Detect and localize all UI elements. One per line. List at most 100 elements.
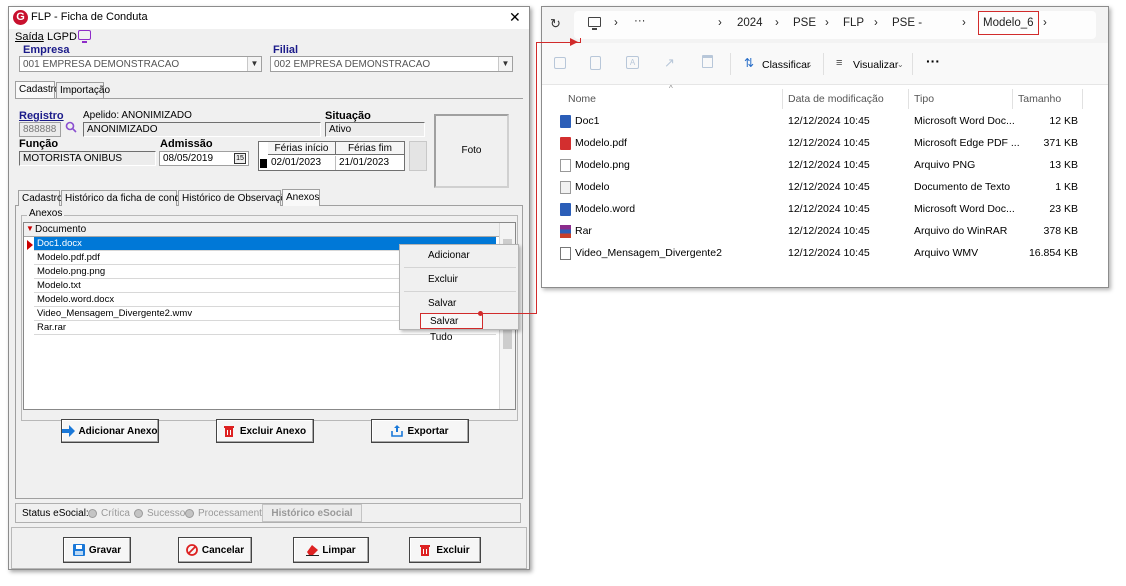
chevron-down-icon[interactable]: ▼ [247, 57, 261, 71]
trash-icon[interactable] [702, 55, 713, 68]
menu-saida[interactable]: Saída [15, 31, 44, 43]
divider [1082, 89, 1083, 109]
admissao-label: Admissão [160, 138, 213, 150]
admissao-field[interactable]: 08/05/2019 15 [159, 151, 249, 166]
menu-item-excluir[interactable]: Excluir [404, 272, 516, 288]
menu-item-salvar[interactable]: Salvar [404, 296, 516, 312]
file-type: Microsoft Word Doc... [914, 115, 1015, 127]
clear-button[interactable]: Limpar [293, 537, 369, 563]
radio-processamento[interactable] [185, 509, 194, 518]
eraser-icon [306, 544, 320, 556]
divider [1012, 89, 1013, 109]
file-row[interactable]: Modelo.pdf 12/12/2024 10:45 Microsoft Ed… [542, 133, 1108, 155]
radio-critica[interactable] [88, 509, 97, 518]
menu-item-salvar-tudo[interactable]: Salvar Tudo [420, 313, 483, 343]
breadcrumb-item[interactable]: PSE - [892, 17, 922, 29]
monitor-icon[interactable] [78, 30, 91, 43]
share-icon[interactable]: ↗ [664, 55, 675, 71]
situacao-field: Ativo [325, 122, 425, 137]
column-name[interactable]: Nome [568, 93, 596, 105]
refresh-icon[interactable]: ↻ [550, 16, 561, 32]
file-row[interactable]: Modelo 12/12/2024 10:45 Documento de Tex… [542, 177, 1108, 199]
divider [404, 291, 516, 292]
tab-importacao[interactable]: Importação [56, 82, 110, 98]
calendar-icon[interactable]: 15 [234, 153, 246, 164]
more-breadcrumbs[interactable]: ··· [634, 15, 646, 27]
chevron-down-icon[interactable]: ▼ [498, 57, 512, 71]
filial-select[interactable]: 002 EMPRESA DEMONSTRACAO ▼ [270, 56, 513, 72]
column-date[interactable]: Data de modificação [788, 93, 884, 105]
photo-box[interactable]: Foto [434, 114, 509, 188]
empresa-label: Empresa [23, 44, 70, 56]
delete-button[interactable]: Excluir [409, 537, 481, 563]
historico-esocial-button[interactable]: Histórico eSocial [262, 504, 362, 522]
tab-cadastro[interactable]: Cadastro [15, 81, 60, 98]
file-name: Modelo.png [575, 159, 630, 171]
clear-label: Limpar [322, 544, 356, 556]
copy-icon[interactable] [554, 57, 566, 69]
view-icon[interactable]: ≡ [836, 57, 842, 69]
computer-icon-stand [592, 28, 597, 30]
divider [404, 267, 516, 268]
empresa-select[interactable]: 001 EMPRESA DEMONSTRACAO ▼ [19, 56, 262, 72]
export-button[interactable]: Exportar [371, 419, 469, 443]
title-bar: G FLP - Ficha de Conduta ✕ [9, 7, 529, 29]
more-options-button[interactable]: ··· [926, 53, 940, 69]
connector-line [580, 38, 581, 43]
column-type[interactable]: Tipo [914, 93, 934, 105]
funcao-label: Função [19, 138, 59, 150]
breadcrumb-item[interactable]: PSE [793, 17, 816, 29]
apelido-label: Apelido: ANONIMIZADO [83, 110, 192, 121]
search-icon[interactable] [65, 121, 77, 133]
breadcrumb-item[interactable]: 2024 [737, 17, 763, 29]
file-row[interactable]: Video_Mensagem_Divergente2 12/12/2024 10… [542, 243, 1108, 265]
sort-button[interactable]: Classificar [762, 59, 810, 71]
file-row[interactable]: Rar 12/12/2024 10:45 Arquivo do WinRAR 3… [542, 221, 1108, 243]
registro-field[interactable]: 888888 [19, 122, 61, 137]
file-size: 1 KB [1055, 181, 1078, 193]
file-type: Arquivo PNG [914, 159, 976, 171]
paste-icon[interactable] [590, 56, 601, 70]
tab-historico-observacoes[interactable]: Histórico de Observações [178, 190, 297, 206]
add-attachment-button[interactable]: Adicionar Anexo [61, 419, 159, 443]
column-documento[interactable]: Documento [35, 224, 86, 235]
menu-item-adicionar[interactable]: Adicionar [404, 248, 516, 264]
connector-line [480, 313, 536, 314]
menu-lgpd[interactable]: LGPD [47, 31, 77, 43]
ferias-inicio-header: Férias início [268, 142, 336, 155]
ferias-fim-cell[interactable]: 21/01/2023 [336, 156, 404, 170]
context-menu: Adicionar Excluir Salvar Salvar Tudo [399, 244, 519, 343]
delete-label: Excluir [436, 544, 470, 556]
file-row[interactable]: Doc1 12/12/2024 10:45 Microsoft Word Doc… [542, 111, 1108, 133]
word-icon [560, 203, 571, 216]
breadcrumb-item[interactable]: FLP [843, 17, 864, 29]
file-row[interactable]: Modelo.word 12/12/2024 10:45 Microsoft W… [542, 199, 1108, 221]
chevron-down-icon[interactable]: ⌄ [806, 60, 813, 69]
tab-historico-ficha[interactable]: Histórico da ficha de conduta [61, 190, 194, 206]
file-row[interactable]: Modelo.png 12/12/2024 10:45 Arquivo PNG … [542, 155, 1108, 177]
computer-icon[interactable] [588, 17, 601, 27]
breadcrumb-current[interactable]: Modelo_6 [978, 11, 1039, 35]
close-icon[interactable]: ✕ [509, 9, 521, 25]
tab-cadastro-inner[interactable]: Cadastro [18, 190, 63, 206]
radio-sucesso[interactable] [134, 509, 143, 518]
ferias-inicio-cell[interactable]: 02/01/2023 [268, 156, 336, 170]
sort-icon[interactable]: ⇅ [744, 56, 754, 70]
rename-icon[interactable]: A [626, 56, 639, 69]
cancel-button[interactable]: Cancelar [178, 537, 252, 563]
view-button[interactable]: Visualizar [853, 59, 898, 71]
chevron-down-icon[interactable]: ⌄ [897, 60, 904, 69]
image-file-icon [560, 159, 571, 172]
save-button[interactable]: Gravar [63, 537, 131, 563]
file-date: 12/12/2024 10:45 [788, 247, 870, 259]
tab-anexos[interactable]: Anexos [282, 189, 320, 206]
delete-attachment-button[interactable]: Excluir Anexo [216, 419, 314, 443]
video-icon [560, 247, 571, 260]
scrollbar[interactable] [409, 141, 427, 171]
apelido-field: ANONIMIZADO [83, 122, 321, 137]
processamento-label: Processamento [198, 508, 268, 519]
column-size[interactable]: Tamanho [1018, 93, 1061, 105]
connector-line [536, 42, 537, 314]
sucesso-label: Sucesso [147, 508, 186, 519]
app-logo-icon: G [13, 10, 28, 25]
